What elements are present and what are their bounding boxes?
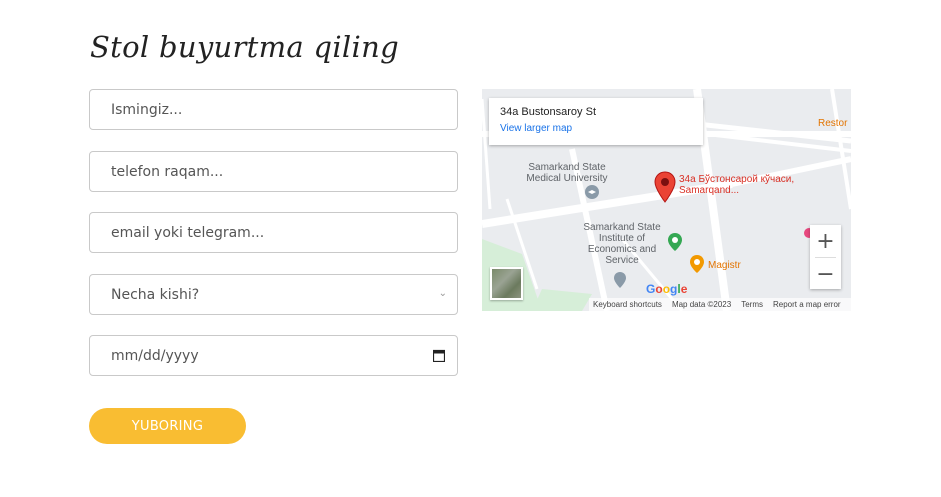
submit-button[interactable]: YUBORING <box>89 408 246 444</box>
email-placeholder: email yoki telegram... <box>111 224 265 241</box>
view-larger-map-link[interactable]: View larger map <box>500 123 703 134</box>
guests-select[interactable]: Necha kishi? ⌄ <box>89 274 458 315</box>
map-label-restor: Restor <box>818 118 848 129</box>
university-marker-icon <box>614 272 626 288</box>
zoom-in-button[interactable]: + <box>810 225 841 257</box>
calendar-icon[interactable] <box>433 349 445 362</box>
name-input[interactable]: Ismingiz... <box>89 89 458 130</box>
map-embed[interactable]: 34a Bustonsaroy St View larger map Samar… <box>482 89 851 311</box>
satellite-toggle[interactable] <box>490 267 523 300</box>
zoom-controls: + − <box>810 225 841 289</box>
date-input[interactable]: mm/dd/yyyy <box>89 335 458 376</box>
date-placeholder: mm/dd/yyyy <box>111 347 199 364</box>
name-placeholder: Ismingiz... <box>111 101 183 118</box>
page-title: Stol buyurtma qiling <box>90 30 399 64</box>
pin-label: 34a Бўстонсарой кўчаси, Samarqand... <box>679 174 795 196</box>
place-marker-icon <box>668 233 682 251</box>
zoom-out-button[interactable]: − <box>810 258 841 290</box>
map-footer: Keyboard shortcuts Map data ©2023 Terms … <box>589 298 851 311</box>
place-title: 34a Bustonsaroy St <box>500 106 597 118</box>
guests-selected-value: Necha kishi? <box>111 286 200 303</box>
map-label-institute: Samarkand State Institute of Economics a… <box>583 222 661 266</box>
map-label-magistr: Magistr <box>708 260 741 271</box>
chevron-down-icon: ⌄ <box>438 288 447 299</box>
university-icon <box>585 185 599 199</box>
report-error-link[interactable]: Report a map error <box>773 300 841 309</box>
map-label-medical: Samarkand State Medical University <box>526 162 608 184</box>
map-data-text: Map data ©2023 <box>671 300 732 309</box>
education-marker-icon <box>690 255 704 273</box>
location-pin-icon <box>654 171 676 203</box>
phone-placeholder: telefon raqam... <box>111 163 224 180</box>
google-logo: Google <box>646 282 688 296</box>
terms-link[interactable]: Terms <box>741 300 763 309</box>
keyboard-shortcuts-link[interactable]: Keyboard shortcuts <box>593 300 662 309</box>
email-input[interactable]: email yoki telegram... <box>89 212 458 253</box>
phone-input[interactable]: telefon raqam... <box>89 151 458 192</box>
place-info-card: 34a Bustonsaroy St View larger map <box>489 98 703 145</box>
